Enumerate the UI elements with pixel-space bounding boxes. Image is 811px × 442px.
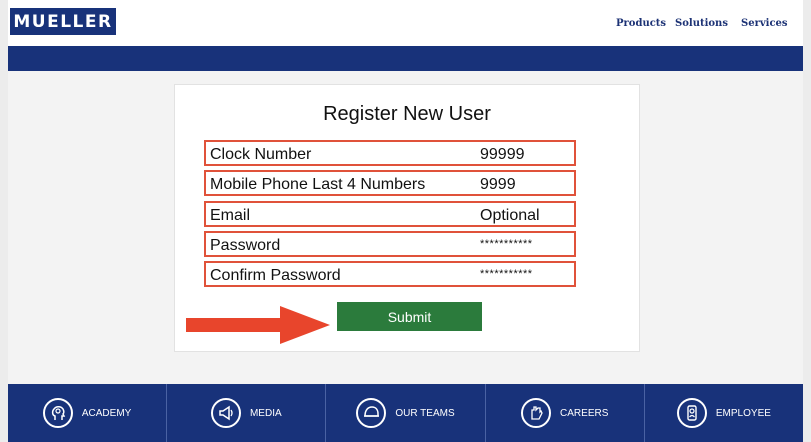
- confirm-password-field[interactable]: Confirm Password ***********: [204, 261, 576, 287]
- password-label: Password: [210, 237, 281, 254]
- email-label: Email: [210, 207, 251, 224]
- submit-button[interactable]: Submit: [337, 302, 482, 331]
- employee-badge-icon: [676, 398, 707, 428]
- header-band: [8, 46, 803, 71]
- annotation-arrow-icon: [186, 306, 330, 344]
- confirm-password-label: Confirm Password: [210, 267, 341, 284]
- password-value: ***********: [480, 238, 533, 250]
- nav-solutions[interactable]: Solutions: [675, 18, 728, 29]
- email-value: Optional: [480, 207, 540, 224]
- footer-careers-label: CAREERS: [560, 407, 609, 419]
- academy-head-icon: [42, 398, 73, 428]
- phone-last4-field[interactable]: Mobile Phone Last 4 Numbers 9999: [204, 170, 576, 196]
- footer-nav: ACADEMY MEDIA OUR TEAMS CAREERS EMPLOYEE: [8, 384, 803, 442]
- site-header: MUELLER Products Solutions Services: [8, 0, 803, 46]
- email-field[interactable]: Email Optional: [204, 201, 576, 227]
- footer-academy-label: ACADEMY: [81, 407, 132, 419]
- media-megaphone-icon: [210, 398, 241, 428]
- footer-our-teams[interactable]: OUR TEAMS: [326, 384, 486, 442]
- footer-academy[interactable]: ACADEMY: [8, 384, 168, 442]
- phone-last4-value: 9999: [480, 176, 516, 193]
- nav-services[interactable]: Services: [741, 18, 788, 29]
- clock-number-label: Clock Number: [210, 146, 312, 163]
- footer-employee[interactable]: EMPLOYEE: [645, 384, 803, 442]
- careers-hand-icon: [521, 398, 552, 428]
- clock-number-value: 99999: [480, 146, 525, 163]
- mueller-logo[interactable]: MUELLER: [10, 8, 116, 35]
- footer-careers[interactable]: CAREERS: [486, 384, 645, 442]
- footer-our-teams-label: OUR TEAMS: [395, 407, 455, 419]
- phone-last4-label: Mobile Phone Last 4 Numbers: [210, 176, 426, 193]
- footer-media-label: MEDIA: [249, 407, 282, 419]
- footer-employee-label: EMPLOYEE: [715, 407, 771, 419]
- nav-products[interactable]: Products: [616, 18, 666, 29]
- password-field[interactable]: Password ***********: [204, 231, 576, 257]
- confirm-password-value: ***********: [480, 268, 533, 280]
- footer-media[interactable]: MEDIA: [167, 384, 327, 442]
- register-panel: Register New User Clock Number 99999 Mob…: [174, 84, 640, 352]
- page-frame: MUELLER Products Solutions Services Regi…: [8, 0, 803, 442]
- teams-helmet-icon: [356, 398, 387, 428]
- clock-number-field[interactable]: Clock Number 99999: [204, 140, 576, 166]
- form-title: Register New User: [323, 103, 491, 125]
